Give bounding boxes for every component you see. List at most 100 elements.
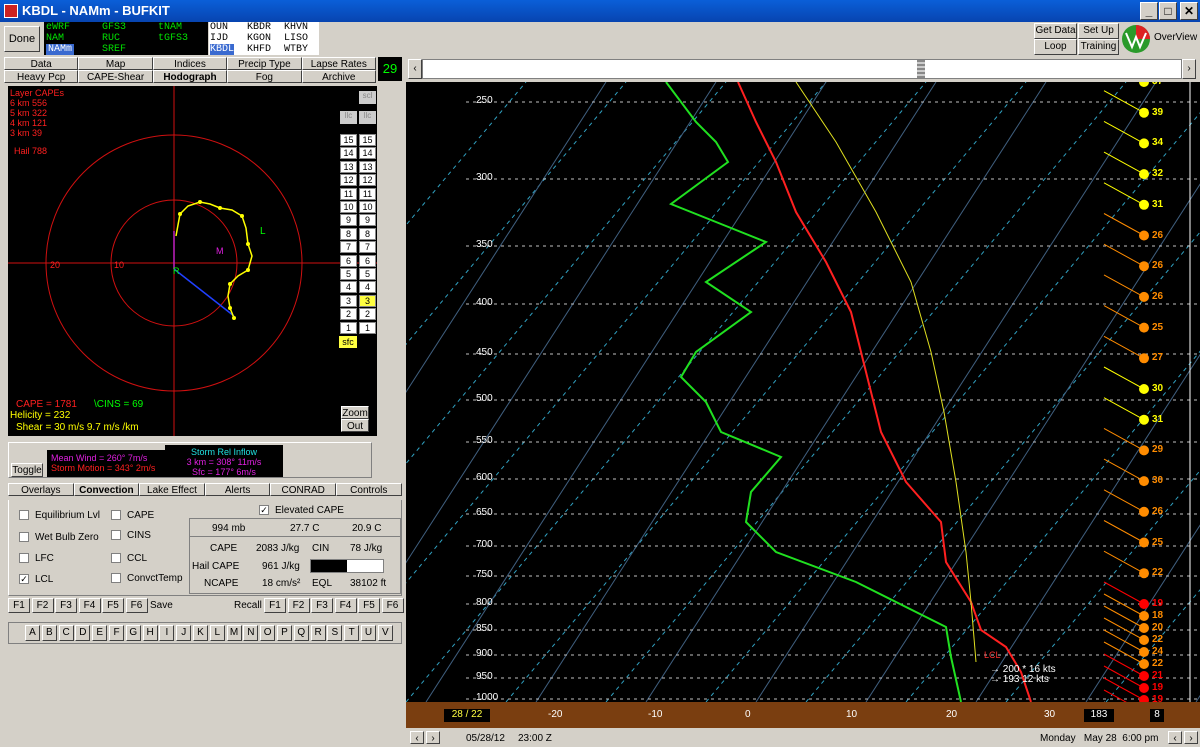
tab-indices[interactable]: Indices <box>152 57 228 70</box>
checkbox[interactable] <box>111 530 121 541</box>
status-next-button-2[interactable]: › <box>1184 731 1198 744</box>
tab-cape-shear[interactable]: CAPE-Shear <box>78 70 153 83</box>
loop-button[interactable]: Loop <box>1034 39 1077 55</box>
hodograph-panel[interactable]: Layer CAPEs 6 km 556 5 km 322 4 km 121 3… <box>8 86 377 436</box>
fkey-f1[interactable]: F1 <box>8 598 30 613</box>
station-item[interactable]: IJD <box>210 33 228 44</box>
station-item[interactable]: WTBY <box>284 44 308 55</box>
letter-c-button[interactable]: C <box>58 625 74 641</box>
setup-button[interactable]: Set Up <box>1078 23 1119 39</box>
checkbox-checked[interactable]: ✓ <box>259 505 269 516</box>
level-5-button[interactable]: 5 <box>340 268 357 280</box>
fkey-f4[interactable]: F4 <box>78 598 101 613</box>
check-cape[interactable]: CAPE <box>111 510 154 521</box>
station-item[interactable]: KBDR <box>247 22 271 33</box>
letter-b-button[interactable]: B <box>41 625 57 641</box>
level-3-button[interactable]: 3 <box>359 294 376 307</box>
level-8-button[interactable]: 8 <box>359 227 376 240</box>
check-elevated-cape[interactable]: ✓ Elevated CAPE <box>259 505 344 516</box>
tab-archive[interactable]: Archive <box>301 70 376 83</box>
letter-n-button[interactable]: N <box>243 625 259 641</box>
status-prev-button-2[interactable]: ‹ <box>1168 731 1182 744</box>
level-14-button[interactable]: 14 <box>340 147 357 160</box>
skewt-panel[interactable]: 250 300 350 400 450 500 550 600 650 700 750 800 850 9… <box>406 82 1200 702</box>
letter-l-button[interactable]: L <box>209 625 225 641</box>
letter-h-button[interactable]: H <box>142 625 158 641</box>
level-2-button[interactable]: 2 <box>359 308 376 321</box>
letter-o-button[interactable]: O <box>260 625 276 641</box>
letter-s-button[interactable]: S <box>327 625 343 641</box>
check-eq-lvl[interactable]: Equilibrium Lvl <box>19 510 100 521</box>
model-item[interactable]: NAMm <box>46 44 75 55</box>
checkbox[interactable] <box>111 510 121 521</box>
level-5-button[interactable]: 5 <box>359 268 376 280</box>
checkbox-checked[interactable]: ✓ <box>19 574 29 585</box>
letter-f-button[interactable]: F <box>109 625 124 641</box>
level-4-button[interactable]: 4 <box>340 281 357 294</box>
minimize-button[interactable]: _ <box>1140 2 1158 20</box>
level-10-button[interactable]: 10 <box>340 201 357 213</box>
level-6-button[interactable]: 6 <box>340 254 357 267</box>
model-item[interactable]: eWRF <box>46 22 70 33</box>
letter-j-button[interactable]: J <box>176 625 192 641</box>
done-button[interactable]: Done <box>4 26 40 52</box>
tab-controls[interactable]: Controls <box>336 483 402 496</box>
station-list[interactable]: OUN KBDR KHVN IJD KGON LISO KBDL KHFD WTBY <box>209 22 319 55</box>
letter-e-button[interactable]: E <box>92 625 108 641</box>
time-slider-thumb[interactable] <box>917 60 925 78</box>
maximize-button[interactable]: □ <box>1159 2 1177 20</box>
letter-u-button[interactable]: U <box>361 625 376 641</box>
station-item[interactable]: KHVN <box>284 22 308 33</box>
tab-convection[interactable]: Convection <box>73 483 140 496</box>
recall-f3[interactable]: F3 <box>311 598 333 613</box>
level-1-button[interactable]: 1 <box>359 321 376 334</box>
check-ccl[interactable]: CCL <box>111 553 147 564</box>
zoom-button[interactable]: Zoom <box>341 406 369 419</box>
station-item[interactable]: KHFD <box>247 44 271 55</box>
level-7-button[interactable]: 7 <box>340 241 357 254</box>
level-14-button[interactable]: 14 <box>359 147 376 160</box>
slider-left-arrow[interactable]: ‹ <box>408 59 422 79</box>
tab-precip-type[interactable]: Precip Type <box>227 57 302 70</box>
level-1-button[interactable]: 1 <box>340 321 357 334</box>
level-6-button[interactable]: 6 <box>359 254 376 267</box>
tab-data[interactable]: Data <box>4 57 79 70</box>
model-item[interactable]: GFS3 <box>102 22 126 33</box>
level-15-button[interactable]: 15 <box>340 134 357 146</box>
check-convct-temp[interactable]: ConvctTemp <box>111 573 183 584</box>
station-item[interactable]: KGON <box>247 33 271 44</box>
training-button[interactable]: Training <box>1078 39 1119 55</box>
station-item[interactable]: OUN <box>210 22 228 33</box>
get-data-button[interactable]: Get Data <box>1034 23 1077 39</box>
model-item[interactable]: tGFS3 <box>158 33 188 44</box>
recall-f6[interactable]: F6 <box>381 598 404 613</box>
letter-t-button[interactable]: T <box>344 625 360 641</box>
level-8-button[interactable]: 8 <box>340 227 357 240</box>
tab-overlays[interactable]: Overlays <box>8 483 74 496</box>
letter-v-button[interactable]: V <box>377 625 393 641</box>
letter-i-button[interactable]: I <box>159 625 175 641</box>
letter-g-button[interactable]: G <box>125 625 141 641</box>
close-button[interactable]: ✕ <box>1180 2 1198 20</box>
fkey-f6[interactable]: F6 <box>125 598 148 613</box>
letter-q-button[interactable]: Q <box>293 625 309 641</box>
llc-button-1[interactable]: llc <box>340 111 357 124</box>
letter-r-button[interactable]: R <box>310 625 326 641</box>
level-13-button[interactable]: 13 <box>340 160 357 173</box>
slider-right-arrow[interactable]: › <box>1182 59 1196 79</box>
level-10-button[interactable]: 10 <box>359 201 376 213</box>
letter-a-button[interactable]: A <box>25 625 40 641</box>
level-2-button[interactable]: 2 <box>340 308 357 321</box>
tab-lake-effect[interactable]: Lake Effect <box>139 483 205 496</box>
level-3-button[interactable]: 3 <box>340 294 357 307</box>
station-item[interactable]: KBDL <box>210 44 235 55</box>
recall-f2[interactable]: F2 <box>287 598 310 613</box>
model-list[interactable]: eWRF GFS3 tNAM NAM RUC tGFS3 NAMm SREF <box>44 22 208 55</box>
save-label[interactable]: Save <box>150 600 173 611</box>
toggle-button[interactable]: Toggle <box>11 463 43 477</box>
level-4-button[interactable]: 4 <box>359 281 376 294</box>
tab-lapse-rates[interactable]: Lapse Rates <box>301 57 376 70</box>
station-item[interactable]: LISO <box>284 33 308 44</box>
scl-button[interactable]: scl <box>359 91 376 104</box>
level-11-button[interactable]: 11 <box>340 187 357 200</box>
